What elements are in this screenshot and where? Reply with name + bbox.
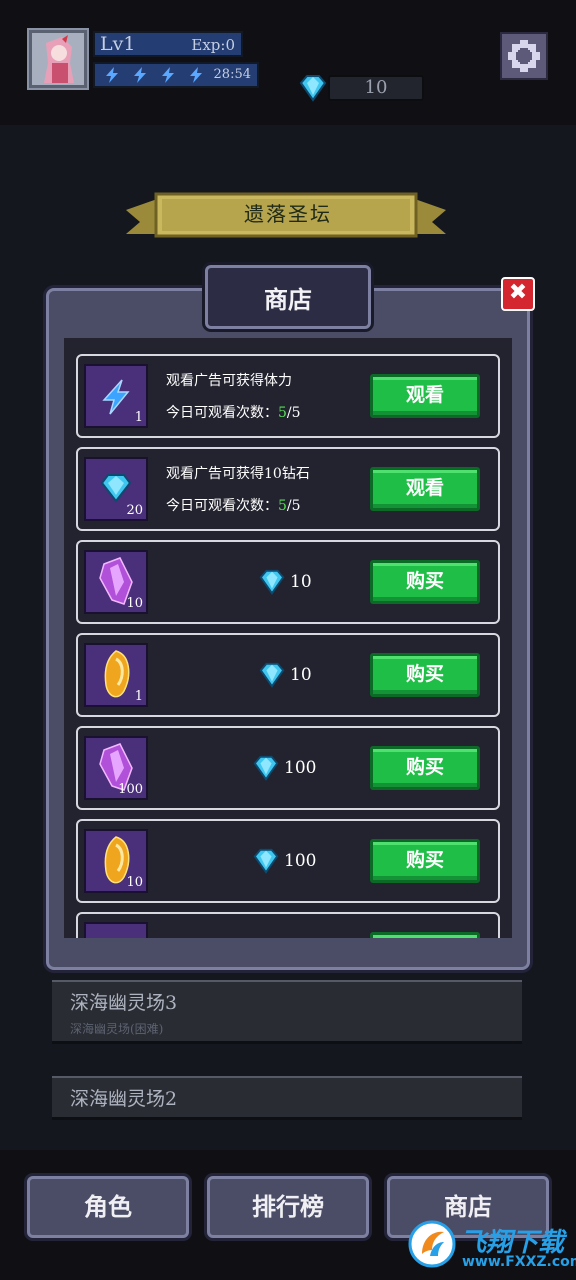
- avatar-portrait: [32, 33, 84, 85]
- nav-ranking-button[interactable]: 排行榜: [207, 1176, 369, 1238]
- item-icon-slot: 20: [84, 457, 148, 521]
- diamond-icon: [253, 755, 279, 781]
- gear-icon: [508, 40, 540, 72]
- shop-item-watch-ad-gems: 20 观看广告可获得10钻石 今日可观看次数：5/5 观看: [76, 447, 500, 531]
- diamond-icon: [259, 662, 285, 688]
- item-quantity: 20: [126, 503, 143, 518]
- level-subtitle: 深海幽灵场(困难): [70, 1022, 164, 1036]
- level-title: 深海幽灵场2: [70, 1088, 178, 1110]
- gem-count: 10: [328, 75, 424, 101]
- buy-button[interactable]: 购买: [370, 839, 480, 883]
- item-quantity: 10: [126, 596, 143, 611]
- item-icon-slot: 1: [84, 643, 148, 707]
- level-card[interactable]: 深海幽灵场3 深海幽灵场(困难): [52, 980, 522, 1044]
- shop-title-plate: 商店: [205, 265, 371, 329]
- watermark-url: www.FXXZ.com: [462, 1254, 576, 1270]
- item-icon-slot: 10: [84, 550, 148, 614]
- buy-button[interactable]: 购买: [370, 653, 480, 697]
- shop-item-partial: [76, 912, 500, 938]
- diamond-icon: [253, 848, 279, 874]
- item-watch-count: 今日可观看次数：5/5: [166, 405, 301, 421]
- item-watch-count: 今日可观看次数：5/5: [166, 498, 301, 514]
- shop-item-list[interactable]: 1 观看广告可获得体力 今日可观看次数：5/5 观看 20 观看广告可获得10钻…: [64, 338, 512, 938]
- watch-ad-button[interactable]: 观看: [370, 467, 480, 511]
- level-exp-bar: Lv1 Exp:0: [93, 31, 243, 57]
- energy-bar: 28:54: [93, 62, 259, 88]
- energy-bolt-icon: [134, 67, 146, 83]
- level-title: 深海幽灵场3: [70, 992, 178, 1014]
- shop-title: 商店: [264, 286, 312, 314]
- close-button[interactable]: ✖: [501, 277, 535, 311]
- shop-item-purple-crystal: 10 10 购买: [76, 540, 500, 624]
- buy-button[interactable]: 购买: [370, 560, 480, 604]
- item-icon-slot: 10: [84, 829, 148, 893]
- item-quantity: 1: [134, 410, 143, 425]
- player-exp: Exp:0: [191, 36, 235, 54]
- shop-item-purple-crystal: 100 100 购买: [76, 726, 500, 810]
- item-icon-slot: 1: [84, 364, 148, 428]
- shop-item-golden-shell: 10 100 购买: [76, 819, 500, 903]
- buy-button[interactable]: [370, 932, 480, 938]
- item-icon-slot: 100: [84, 736, 148, 800]
- item-quantity: 1: [134, 689, 143, 704]
- shop-item-golden-shell: 1 10 购买: [76, 633, 500, 717]
- item-quantity: 10: [126, 875, 143, 890]
- item-quantity: 100: [118, 782, 143, 797]
- buy-button[interactable]: 购买: [370, 746, 480, 790]
- nav-character-button[interactable]: 角色: [27, 1176, 189, 1238]
- item-description: 观看广告可获得10钻石: [166, 466, 310, 482]
- watch-ad-button[interactable]: 观看: [370, 374, 480, 418]
- diamond-icon: [259, 569, 285, 595]
- shop-item-watch-ad-energy: 1 观看广告可获得体力 今日可观看次数：5/5 观看: [76, 354, 500, 438]
- energy-bolt-icon: [162, 67, 174, 83]
- item-icon-slot: [84, 922, 148, 938]
- watermark-logo: [408, 1220, 456, 1268]
- player-level: Lv1: [100, 33, 136, 55]
- energy-bolt-icon: [190, 67, 202, 83]
- energy-bolt-icon: [106, 67, 118, 83]
- close-icon: ✖: [508, 280, 528, 305]
- level-card[interactable]: 深海幽灵场2: [52, 1076, 522, 1120]
- energy-timer: 28:54: [213, 67, 251, 82]
- stage-name: 遗落圣坛: [244, 202, 332, 226]
- player-avatar[interactable]: [27, 28, 89, 90]
- diamond-icon: [299, 75, 327, 102]
- item-description: 观看广告可获得体力: [166, 373, 292, 389]
- settings-button[interactable]: [500, 32, 548, 80]
